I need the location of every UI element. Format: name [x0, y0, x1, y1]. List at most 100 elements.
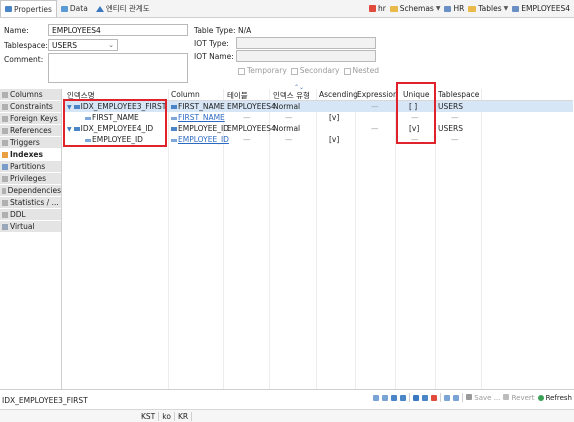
- header-index-name[interactable]: 인덱스명: [67, 90, 95, 101]
- column-link[interactable]: FIRST_NAME: [171, 113, 225, 122]
- column-link[interactable]: EMPLOYEE_ID: [171, 135, 229, 144]
- toolbar-divider: [409, 393, 411, 402]
- tab-data[interactable]: Data: [57, 1, 92, 17]
- index-name-cell: ▼ IDX_EMPLOYEE3_FIRST: [67, 102, 167, 111]
- breadcrumb-connection[interactable]: hr: [368, 4, 386, 13]
- breadcrumb-schema-label: HR: [453, 4, 465, 13]
- sidebar-item-ddl[interactable]: DDL: [0, 209, 61, 221]
- sidebar-item-foreign-keys[interactable]: Foreign Keys: [0, 113, 61, 125]
- sidebar-item-dependencies[interactable]: Dependencies: [0, 185, 61, 197]
- table-row[interactable]: ▼ IDX_EMPLOYEE4_ID EMPLOYEE_ID EMPLOYEES4…: [63, 123, 573, 134]
- layout-icon[interactable]: [382, 394, 389, 401]
- nested-label: Nested: [352, 66, 379, 75]
- table-type-label: Table Type:: [194, 26, 236, 35]
- sidebar-item-constraints[interactable]: Constraints: [0, 101, 61, 113]
- foreign-keys-icon: [2, 115, 8, 122]
- header-table[interactable]: 테이블: [227, 90, 248, 101]
- region-label: KR: [175, 412, 193, 421]
- sidebar-item-triggers[interactable]: Triggers: [0, 137, 61, 149]
- settings-icon[interactable]: [400, 394, 407, 401]
- save-button[interactable]: Save ...: [466, 393, 500, 402]
- name-field[interactable]: EMPLOYEES4: [48, 24, 188, 36]
- add-index-icon[interactable]: [422, 394, 429, 401]
- tab-properties-label: Properties: [14, 4, 52, 14]
- breadcrumb-table[interactable]: EMPLOYEES4: [512, 4, 570, 13]
- folder-icon: [389, 5, 398, 12]
- breadcrumb-schema[interactable]: HR: [444, 4, 464, 13]
- sidebar-item-partitions[interactable]: Partitions: [0, 161, 61, 173]
- sidebar-item-label: Constraints: [10, 102, 53, 111]
- header-unique[interactable]: Unique: [403, 90, 429, 99]
- revert-button[interactable]: Revert: [503, 393, 535, 402]
- sidebar-item-label: References: [10, 126, 52, 135]
- breadcrumb-tables-label: Tables: [478, 4, 502, 13]
- unique-cell[interactable]: [ ]: [409, 102, 417, 111]
- breadcrumb-tables[interactable]: Tables ▼: [468, 4, 508, 13]
- sidebar-item-statistics[interactable]: Statistics / ...: [0, 197, 61, 209]
- refresh-button[interactable]: Refresh: [537, 394, 572, 402]
- breadcrumb-schemas[interactable]: Schemas ▼: [389, 4, 440, 13]
- delete-icon[interactable]: [431, 394, 438, 401]
- tab-data-label: Data: [69, 4, 88, 13]
- tab-properties[interactable]: Properties: [0, 0, 57, 17]
- sidebar-item-columns[interactable]: Columns: [0, 89, 61, 101]
- header-ascending[interactable]: Ascending: [319, 90, 358, 99]
- sidebar-item-references[interactable]: References: [0, 125, 61, 137]
- header-column[interactable]: Column: [171, 90, 200, 99]
- edit-icon[interactable]: [413, 394, 420, 401]
- index-type-cell: Normal: [273, 124, 301, 133]
- sidebar-item-label: Privileges: [10, 174, 47, 183]
- key-icon: [171, 116, 177, 120]
- selected-index-name: IDX_EMPLOYEE3_FIRST: [2, 396, 88, 405]
- ascending-cell[interactable]: [v]: [329, 135, 339, 144]
- filter-icon[interactable]: [391, 394, 398, 401]
- table-row[interactable]: ▼ IDX_EMPLOYEE3_FIRST FIRST_NAME EMPLOYEE…: [63, 101, 573, 112]
- save-icon: [466, 393, 473, 400]
- header-index-type[interactable]: 인덱스 유형: [273, 90, 310, 101]
- chevron-down-icon[interactable]: ▼: [67, 104, 72, 111]
- table-row[interactable]: EMPLOYEE_ID EMPLOYEE_ID — — [v] — —: [63, 134, 573, 145]
- temporary-checkbox[interactable]: Temporary: [238, 66, 287, 75]
- header-expression[interactable]: Expression: [357, 90, 398, 99]
- revert-icon: [503, 393, 510, 400]
- chevron-down-icon: ⌄: [108, 41, 114, 49]
- nested-checkbox[interactable]: Nested: [343, 66, 379, 75]
- ascending-cell[interactable]: [v]: [329, 113, 339, 122]
- sort-indicator-icon: ⌃⌄: [294, 84, 305, 91]
- move-icon[interactable]: [444, 394, 451, 401]
- index-type-cell: —: [285, 135, 293, 144]
- sidebar-item-indexes[interactable]: Indexes: [0, 149, 61, 161]
- unique-cell[interactable]: [v]: [409, 124, 419, 133]
- tablespace-select[interactable]: USERS ⌄: [48, 39, 118, 51]
- header-tablespace[interactable]: Tablespace: [438, 90, 479, 99]
- iot-type-field[interactable]: [236, 37, 376, 49]
- timezone-label: KST: [138, 412, 160, 421]
- iot-type-label: IOT Type:: [194, 39, 229, 48]
- iot-name-field[interactable]: [236, 50, 376, 62]
- tablespace-label: Tablespace:: [4, 41, 48, 50]
- tab-er-diagram[interactable]: 엔티티 관계도: [92, 1, 154, 17]
- key-icon: [85, 138, 91, 142]
- table-row[interactable]: FIRST_NAME FIRST_NAME — — [v] — —: [63, 112, 573, 123]
- iot-name-label: IOT Name:: [194, 52, 234, 61]
- search-icon[interactable]: [373, 394, 380, 401]
- add-icon[interactable]: [453, 394, 460, 401]
- sidebar-item-virtual[interactable]: Virtual: [0, 221, 61, 233]
- index-type-cell: Normal: [273, 102, 301, 111]
- sidebar-item-privileges[interactable]: Privileges: [0, 173, 61, 185]
- statistics-icon: [2, 199, 8, 206]
- chevron-down-icon[interactable]: ▼: [67, 126, 72, 133]
- key-icon: [85, 116, 91, 120]
- sidebar-item-label: Triggers: [10, 138, 40, 147]
- dependencies-icon: [2, 187, 6, 194]
- sidebar-item-label: Virtual: [10, 222, 35, 231]
- triggers-icon: [2, 139, 8, 146]
- sidebar-item-label: Indexes: [10, 150, 43, 159]
- column-cell: EMPLOYEE_ID: [171, 124, 229, 133]
- breadcrumb-schemas-label: Schemas: [399, 4, 434, 13]
- breadcrumb: hr Schemas ▼ HR Tables ▼ EMPLOYEES4: [368, 4, 574, 13]
- secondary-checkbox[interactable]: Secondary: [290, 66, 340, 75]
- index-name-cell: ▼ IDX_EMPLOYEE4_ID: [67, 124, 154, 133]
- comment-field[interactable]: [48, 53, 188, 83]
- table-cell: EMPLOYEES4: [227, 124, 276, 133]
